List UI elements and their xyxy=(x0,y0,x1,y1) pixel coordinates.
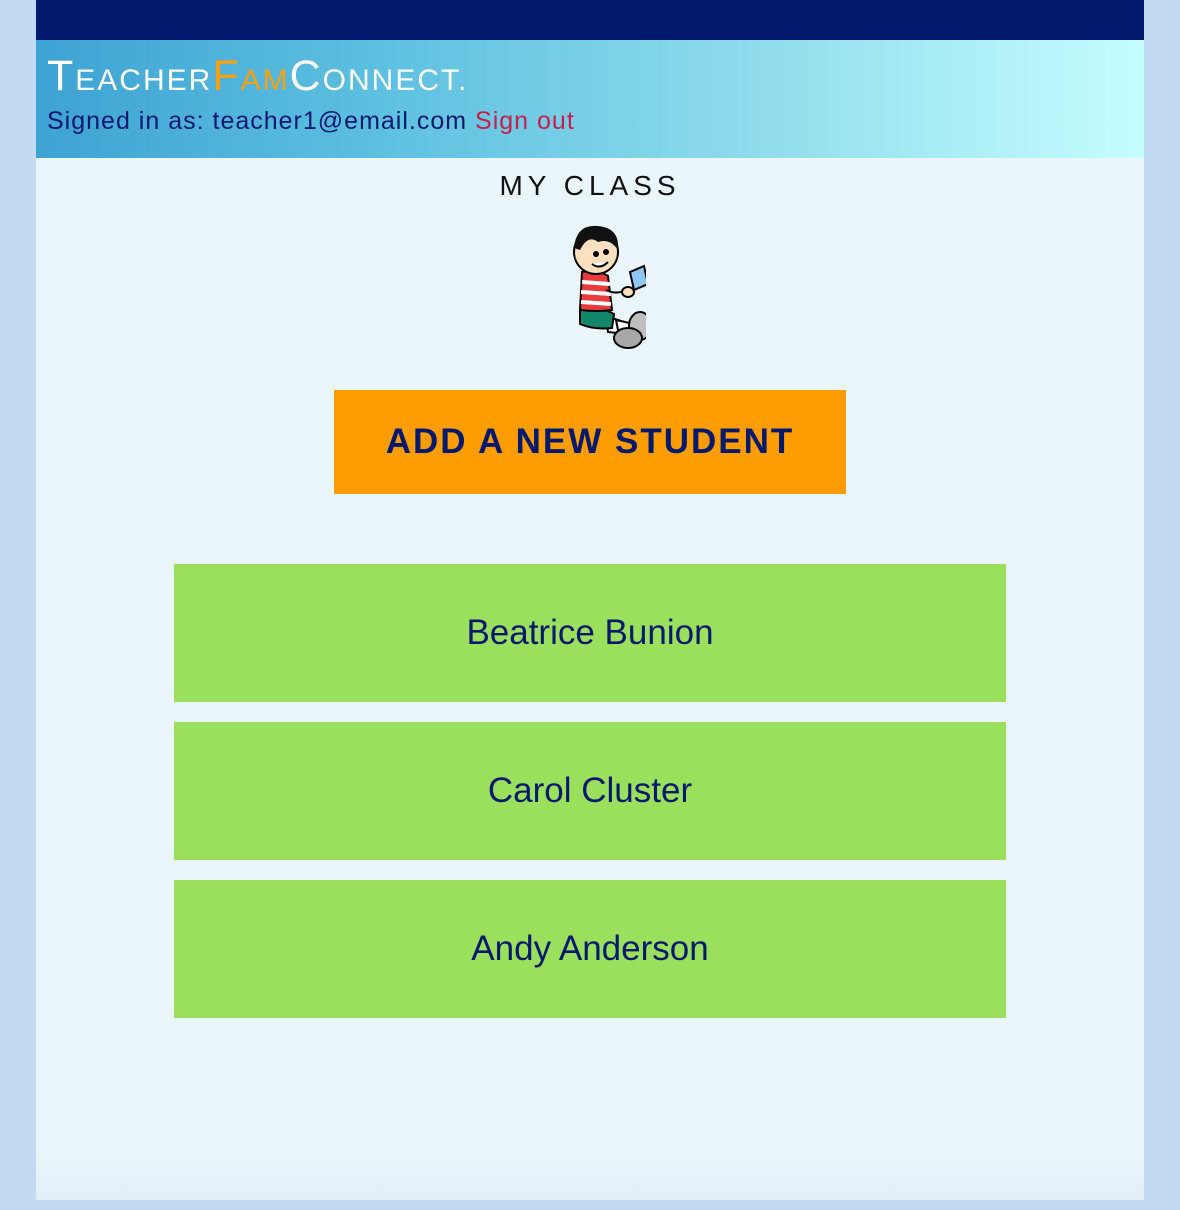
app-frame: TEACHERFAMCONNECT. Signed in as: teacher… xyxy=(36,0,1144,1200)
user-email: teacher1@email.com xyxy=(212,107,468,135)
student-card[interactable]: Beatrice Bunion xyxy=(174,564,1006,702)
student-card[interactable]: Carol Cluster xyxy=(174,722,1006,860)
signed-in-label: Signed in as: xyxy=(47,107,205,135)
top-bar xyxy=(36,0,1144,40)
page-title: MY CLASS xyxy=(499,170,681,201)
boy-reading-icon xyxy=(573,225,646,349)
sign-out-link[interactable]: Sign out xyxy=(475,107,575,135)
student-list: Beatrice Bunion Carol Cluster Andy Ander… xyxy=(174,564,1006,1038)
student-card[interactable]: Andy Anderson xyxy=(174,880,1006,1018)
header: TEACHERFAMCONNECT. Signed in as: teacher… xyxy=(36,40,1144,158)
brand-logo[interactable]: TEACHERFAMCONNECT. xyxy=(47,54,1144,103)
signed-in-status: Signed in as: teacher1@email.com Sign ou… xyxy=(47,107,1144,136)
add-student-button[interactable]: ADD A NEW STUDENT xyxy=(334,390,846,494)
